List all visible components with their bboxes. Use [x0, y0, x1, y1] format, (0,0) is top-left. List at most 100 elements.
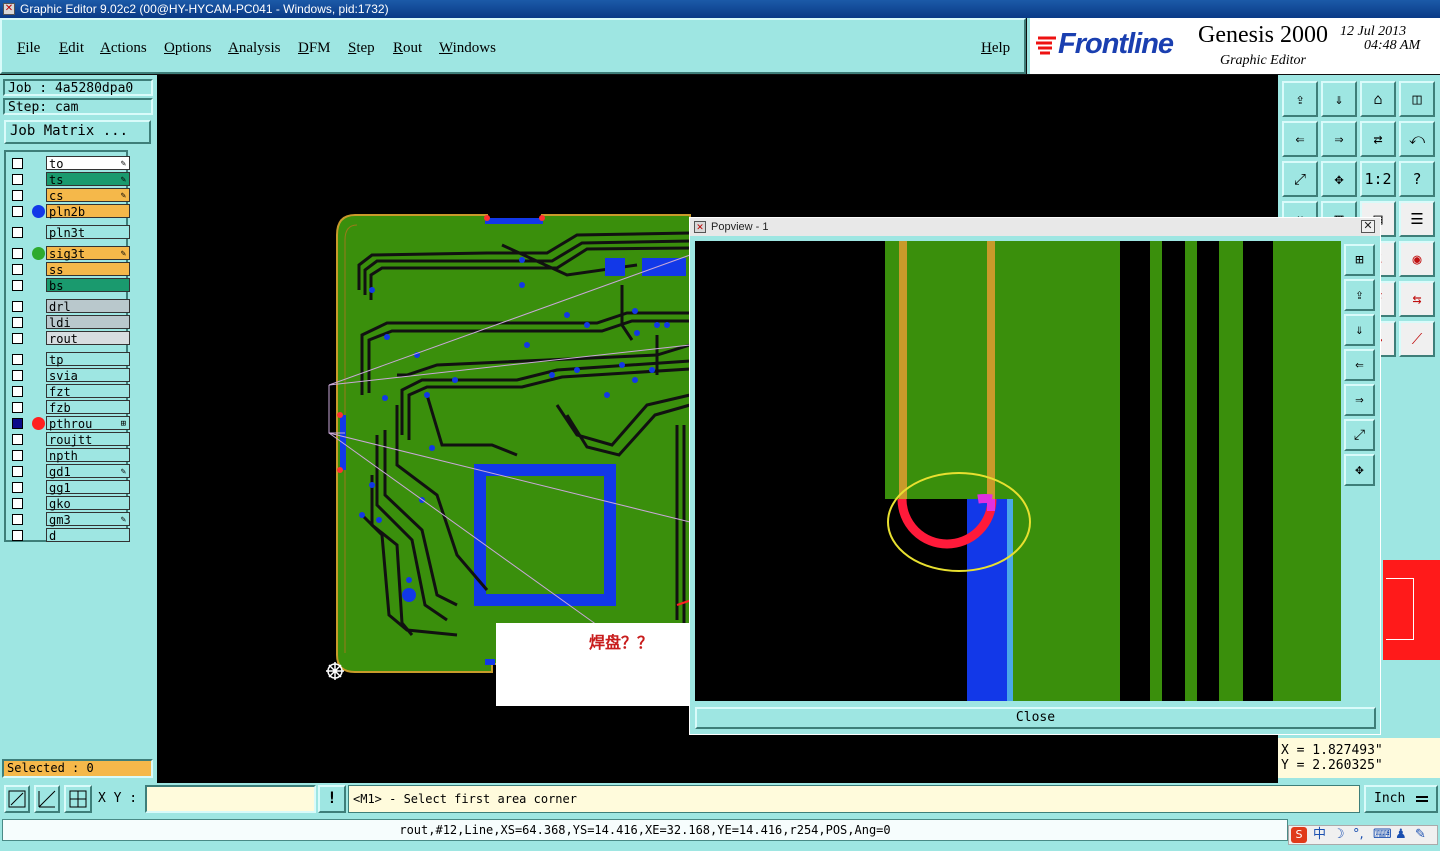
layer-row-roujtt[interactable]: roujtt	[10, 432, 132, 447]
layer-row-ss[interactable]: ss	[10, 262, 132, 277]
layer-name[interactable]: drl	[46, 299, 130, 314]
zoom-home-button[interactable]: ⊞	[1344, 244, 1375, 276]
layer-name[interactable]: roujtt	[46, 432, 130, 447]
layer-row-cs[interactable]: cs ✎	[10, 188, 132, 203]
menu-file[interactable]: File	[17, 40, 40, 57]
layer-row-tp[interactable]: tp	[10, 352, 132, 367]
zoom-right-button[interactable]: ⇒	[1344, 384, 1375, 416]
layer-row-drl[interactable]: drl	[10, 299, 132, 314]
zoom-pan-button[interactable]: ✥	[1321, 161, 1357, 197]
layer-name[interactable]: pln2b	[46, 204, 130, 219]
layer-checkbox[interactable]	[12, 434, 23, 445]
layer-row-gd1[interactable]: gd1 ✎	[10, 464, 132, 479]
layer-name[interactable]: pln3t	[46, 225, 130, 240]
layer-checkbox[interactable]	[12, 370, 23, 381]
job-matrix-button[interactable]: Job Matrix ...	[4, 120, 151, 144]
popview-canvas[interactable]	[695, 241, 1341, 701]
layer-name[interactable]: ldi	[46, 315, 130, 330]
layer-row-fzt[interactable]: fzt	[10, 384, 132, 399]
layer-checkbox[interactable]	[12, 264, 23, 275]
menu-edit[interactable]: Edit	[59, 40, 84, 57]
scale-button[interactable]: 1:2	[1360, 161, 1396, 197]
ime-logo-icon[interactable]: S	[1291, 827, 1307, 843]
layer-row-pthrou[interactable]: pthrou ⊞	[10, 416, 132, 431]
next-button[interactable]: ⇒	[1321, 121, 1357, 157]
redo-button[interactable]: ⤺	[1399, 121, 1435, 157]
zoom-up-button[interactable]: ⇪	[1344, 279, 1375, 311]
layer-checkbox[interactable]	[12, 301, 23, 312]
zoom-fit-button[interactable]: ⤢	[1344, 419, 1375, 451]
wrench-icon[interactable]: ✎	[1415, 826, 1426, 844]
layer-checkbox[interactable]	[12, 530, 23, 541]
menu-dfm[interactable]: DFM	[298, 40, 331, 57]
home-button[interactable]: ⌂	[1360, 81, 1396, 117]
layer-row-sig3t[interactable]: sig3t ✎	[10, 246, 132, 261]
layer-name[interactable]: cs ✎	[46, 188, 130, 203]
layer-name[interactable]: rout	[46, 331, 130, 346]
layer-checkbox[interactable]	[12, 174, 23, 185]
layer-name[interactable]: npth	[46, 448, 130, 463]
layer-name[interactable]: d	[46, 528, 130, 543]
layer-name[interactable]: ts ✎	[46, 172, 130, 187]
zoom-pan-button[interactable]: ✥	[1344, 454, 1375, 486]
layer-checkbox[interactable]	[12, 514, 23, 525]
help-button[interactable]: ?	[1399, 161, 1435, 197]
layer-row-ldi[interactable]: ldi	[10, 315, 132, 330]
layer-checkbox[interactable]	[12, 190, 23, 201]
layer-checkbox[interactable]	[12, 158, 23, 169]
layer-name[interactable]: gko	[46, 496, 130, 511]
alert-icon[interactable]: !	[318, 785, 346, 813]
layer-name[interactable]: pthrou ⊞	[46, 416, 130, 431]
layer-name[interactable]: sig3t ✎	[46, 246, 130, 261]
layer-checkbox[interactable]	[12, 248, 23, 259]
layer-name[interactable]: ss	[46, 262, 130, 277]
moon-icon[interactable]: ☽	[1333, 826, 1345, 844]
user-icon[interactable]: ♟	[1395, 826, 1407, 844]
circle-button[interactable]: ◉	[1399, 241, 1435, 277]
layer-row-fzb[interactable]: fzb	[10, 400, 132, 415]
popview-close-icon[interactable]: ✕	[1361, 220, 1375, 233]
menu-analysis[interactable]: Analysis	[228, 40, 281, 57]
layer-checkbox[interactable]	[12, 450, 23, 461]
keyboard-icon[interactable]: ⌨	[1373, 826, 1392, 844]
zoom-down-button[interactable]: ⇓	[1344, 314, 1375, 346]
save-button[interactable]: ⇓	[1321, 81, 1357, 117]
ime-mode-icon[interactable]: 中	[1313, 826, 1326, 844]
layer-row-gko[interactable]: gko	[10, 496, 132, 511]
menu-windows[interactable]: Windows	[439, 40, 496, 57]
zoom-fit-button[interactable]: ⤢	[1282, 161, 1318, 197]
layer-checkbox[interactable]	[12, 466, 23, 477]
popview-titlebar[interactable]: ✕ Popview - 1 ✕	[690, 218, 1380, 236]
layer-row-svia[interactable]: svia	[10, 368, 132, 383]
undo-button[interactable]: ⇪	[1282, 81, 1318, 117]
layer-name[interactable]: svia	[46, 368, 130, 383]
layer-name[interactable]: fzt	[46, 384, 130, 399]
menu-rout[interactable]: Rout	[393, 40, 422, 57]
layer-checkbox[interactable]	[12, 317, 23, 328]
menu-options[interactable]: Options	[164, 40, 212, 57]
layer-checkbox[interactable]	[12, 482, 23, 493]
window-button[interactable]: ◫	[1399, 81, 1435, 117]
previous-button[interactable]: ⇐	[1282, 121, 1318, 157]
menu-step[interactable]: Step	[348, 40, 375, 57]
layer-row-gm3[interactable]: gm3 ✎	[10, 512, 132, 527]
layer-name[interactable]: fzb	[46, 400, 130, 415]
layer-checkbox[interactable]	[12, 227, 23, 238]
menu-actions[interactable]: Actions	[100, 40, 147, 57]
layer-checkbox[interactable]	[12, 418, 23, 429]
layer-name[interactable]: gg1	[46, 480, 130, 495]
layer-name[interactable]: to ✎	[46, 156, 130, 171]
layer-row-npth[interactable]: npth	[10, 448, 132, 463]
menu-help[interactable]: Help	[981, 40, 1010, 57]
layer-checkbox[interactable]	[12, 333, 23, 344]
layer-checkbox[interactable]	[12, 402, 23, 413]
zoom-area-button[interactable]	[4, 785, 30, 813]
zoom-left-button[interactable]: ⇐	[1344, 349, 1375, 381]
swap-button[interactable]: ⇄	[1360, 121, 1396, 157]
layer-row-bs[interactable]: bs	[10, 278, 132, 293]
layer-row-to[interactable]: to ✎	[10, 156, 132, 171]
measure-button[interactable]	[34, 785, 60, 813]
layer-row-pln2b[interactable]: pln2b	[10, 204, 132, 219]
layer-checkbox[interactable]	[12, 206, 23, 217]
xy-input[interactable]	[145, 785, 316, 813]
